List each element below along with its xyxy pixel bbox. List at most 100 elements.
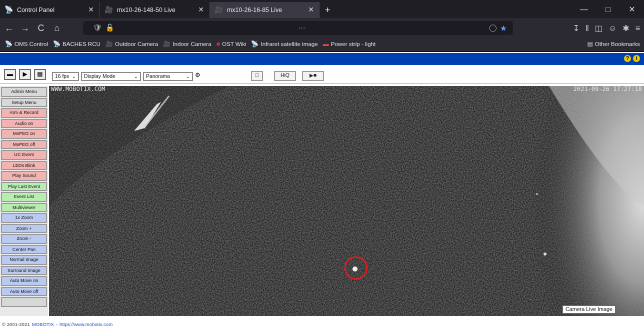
- other-bookmarks-label: Other Bookmarks: [594, 41, 640, 48]
- page-actions-icon[interactable]: ···: [298, 25, 305, 32]
- plug-icon: ▬: [322, 41, 329, 48]
- maximize-icon[interactable]: □: [596, 5, 620, 14]
- shield-icon[interactable]: 🛡: [93, 24, 102, 32]
- camera-toolbar: ▬ ▶ ▦ 16 fps ⌄ Display Mode ⌄ Panorama ⌄ ⚙ …: [0, 66, 644, 84]
- camera-live-image[interactable]: WWW.MOBOTIX.COM 2021-09-26 17:27:18: [49, 86, 644, 316]
- footer-separator: -: [55, 323, 58, 328]
- close-icon[interactable]: ✕: [88, 6, 94, 14]
- tab-camera-148-50[interactable]: 🎥 mx10-26-148-50 Live ✕: [100, 2, 210, 18]
- sidebar-button[interactable]: MxPEG on: [1, 129, 47, 139]
- hiq-button[interactable]: HiQ: [274, 71, 296, 81]
- bookmark-star-icon[interactable]: ★: [500, 24, 507, 33]
- sidebar-button[interactable]: Surround Image: [1, 265, 47, 275]
- close-icon[interactable]: ✕: [198, 6, 204, 14]
- minimize-icon[interactable]: —: [572, 5, 596, 14]
- toolbar-right: ↧ ‖ ◫ ☺ ✱ ≡: [573, 18, 640, 38]
- sidebar-button[interactable]: Play Last Event: [1, 181, 47, 191]
- single-view-icon[interactable]: ▬: [4, 69, 16, 80]
- tab-camera-16-85[interactable]: 🎥 mx10-26-16-85 Live ✕: [210, 2, 320, 18]
- display-mode-select[interactable]: Display Mode ⌄: [81, 72, 141, 81]
- sidebar-button[interactable]: [1, 297, 47, 307]
- other-bookmarks[interactable]: ▤ Other Bookmarks: [587, 41, 640, 49]
- mobotix-url-link[interactable]: https://www.mobotix.com: [60, 323, 113, 328]
- camera-icon: 🎥: [104, 7, 114, 14]
- browser-tab-bar: 📡 Control Panel ✕ 🎥 mx10-26-148-50 Live …: [0, 0, 644, 18]
- new-tab-button[interactable]: +: [320, 2, 334, 18]
- sidebar-button[interactable]: Normal Image: [1, 255, 47, 265]
- sidebar-button[interactable]: 1x Zoom: [1, 213, 47, 223]
- hiq-label: HiQ: [280, 73, 290, 79]
- menu-icon[interactable]: ≡: [635, 24, 640, 33]
- sidebar-button[interactable]: Admin Menu: [1, 87, 47, 97]
- satellite-icon: 📡: [53, 42, 61, 48]
- pocket-icon[interactable]: ◯: [489, 24, 497, 32]
- url-bar[interactable]: 🛡 🔓 ··· ◯ ★: [83, 21, 513, 35]
- sidebar-button[interactable]: Play Sound: [1, 171, 47, 181]
- plus-icon: +: [325, 5, 331, 15]
- bookmark-outdoor-camera[interactable]: 🎥 Outdoor Camera: [106, 41, 159, 49]
- view-buttons: ▬ ▶ ▦: [4, 69, 46, 80]
- download-icon[interactable]: ↧: [573, 24, 580, 33]
- bookmarks-bar: 📡 OMS Control 📡 BACHES RCU 🎥 Outdoor Camera…: [0, 38, 644, 52]
- chevron-down-icon: ⌄: [133, 73, 138, 80]
- forward-icon[interactable]: →: [18, 23, 32, 33]
- sidebar-button[interactable]: Auto Move on: [1, 276, 47, 286]
- gear-icon[interactable]: ⚙: [195, 72, 200, 79]
- tooltip: Camera Live Image: [562, 305, 616, 314]
- panorama-select[interactable]: Panorama ⌄: [143, 72, 193, 81]
- sidebar-button[interactable]: Setup Menu: [1, 97, 47, 107]
- bookmark-indoor-camera[interactable]: 🎥 Indoor Camera: [163, 41, 211, 49]
- sidebar-icon[interactable]: ◫: [595, 24, 603, 33]
- extensions-icon[interactable]: ✱: [623, 24, 630, 33]
- fps-select[interactable]: 16 fps ⌄: [52, 72, 79, 81]
- close-window-icon[interactable]: ✕: [620, 5, 644, 14]
- reload-icon[interactable]: C: [34, 23, 48, 33]
- player-view-icon[interactable]: ▶: [19, 69, 31, 80]
- sidebar-button[interactable]: MxPEG off: [1, 139, 47, 149]
- copyright-text: © 2001-2021: [2, 323, 30, 328]
- insecure-lock-icon[interactable]: 🔓: [106, 24, 115, 32]
- tab-control-panel[interactable]: 📡 Control Panel ✕: [0, 2, 100, 18]
- sidebar-button[interactable]: Auto Move off: [1, 286, 47, 296]
- camera-overlay-timestamp: 2021-09-26 17:27:18: [573, 86, 642, 93]
- account-icon[interactable]: ☺: [608, 24, 616, 33]
- help-icon[interactable]: ?: [624, 55, 631, 62]
- bookmark-oms-control[interactable]: 📡 OMS Control: [5, 41, 48, 49]
- chevron-down-icon: ⌄: [185, 73, 190, 80]
- info-icon[interactable]: i: [633, 55, 640, 62]
- bookmark-power-strip[interactable]: ▬ Power strip - light: [323, 42, 376, 48]
- sidebar-button[interactable]: LEDs Blink: [1, 160, 47, 170]
- bookmark-label: Infraret satellite image: [260, 41, 318, 48]
- sidebar-button[interactable]: Audio on: [1, 118, 47, 128]
- camera-sidebar-menu: Admin Menu Setup Menu Arm & Record Audio on…: [0, 86, 48, 316]
- bookmark-label: OST Wiki: [221, 41, 247, 48]
- record-button[interactable]: ▶■: [302, 71, 324, 81]
- home-icon[interactable]: ⌂: [50, 23, 64, 33]
- camera-icon: 🎥: [214, 7, 224, 14]
- close-icon[interactable]: ✕: [308, 6, 314, 14]
- bookmark-label: Outdoor Camera: [114, 41, 159, 48]
- camera-overlay-left: WWW.MOBOTIX.COM: [51, 86, 106, 93]
- sidebar-button[interactable]: Center Pan: [1, 244, 47, 254]
- sidebar-button[interactable]: UC Event: [1, 150, 47, 160]
- mobotix-link[interactable]: MOBOTIX: [32, 323, 54, 328]
- bookmark-baches-rcu[interactable]: 📡 BACHES RCU: [53, 41, 101, 49]
- back-icon[interactable]: ←: [2, 23, 16, 33]
- satellite-icon: 📡: [5, 42, 13, 48]
- bookmark-infrared-satellite[interactable]: 📡 Infraret satellite image: [251, 41, 318, 49]
- sidebar-button[interactable]: Event List: [1, 192, 47, 202]
- sidebar-button[interactable]: Zoom -: [1, 234, 47, 244]
- help-icons: ? i: [624, 55, 640, 62]
- library-icon[interactable]: ‖: [586, 24, 589, 33]
- fps-value: 16 fps: [55, 73, 70, 80]
- multi-view-icon[interactable]: ▦: [34, 69, 46, 80]
- sidebar-button[interactable]: Zoom +: [1, 223, 47, 233]
- lock-button[interactable]: □: [251, 71, 263, 81]
- bookmark-ost-wiki[interactable]: ■ OST Wiki: [216, 42, 246, 48]
- tab-label: Control Panel: [17, 6, 55, 14]
- tab-label: mx10-26-16-85 Live: [227, 6, 283, 14]
- object-dot: [352, 266, 358, 272]
- sidebar-button[interactable]: Arm & Record: [1, 108, 47, 118]
- sidebar-button[interactable]: Multiviewer: [1, 202, 47, 212]
- record-label: ▶■: [309, 73, 317, 79]
